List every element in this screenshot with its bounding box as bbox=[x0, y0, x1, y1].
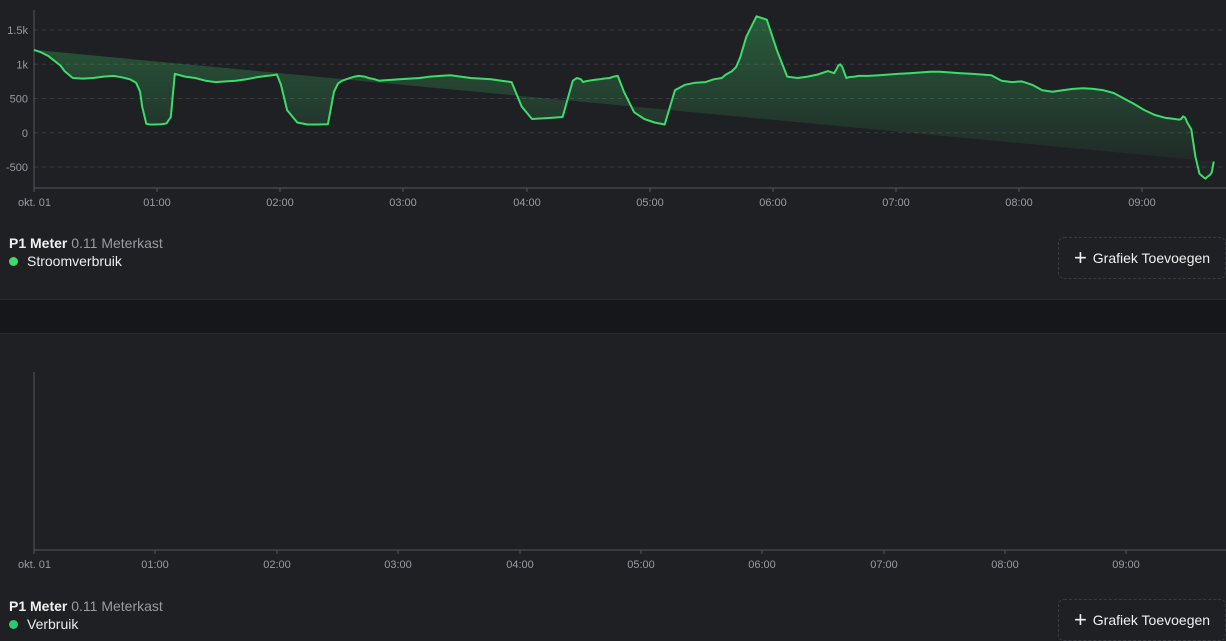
chart-legend: P1 Meter 0.11 Meterkast Verbruik bbox=[9, 597, 163, 633]
x-tick-label: 07:00 bbox=[882, 197, 910, 209]
legend-entry[interactable]: Verbruik bbox=[9, 615, 163, 633]
x-tick-label: 02:00 bbox=[263, 559, 291, 571]
series-color-dot bbox=[9, 619, 18, 629]
zone-name: 0.11 Meterkast bbox=[71, 235, 163, 251]
x-tick-label: 06:00 bbox=[759, 197, 787, 209]
x-tick-label: 05:00 bbox=[636, 197, 664, 209]
y-tick-label: 500 bbox=[10, 94, 28, 106]
add-chart-label: Grafiek Toevoegen bbox=[1092, 250, 1211, 266]
chart-panel-stroomverbruik: -500 0 500 1k 1.5k okt. 01 01:00 02:00 03:00 04:0… bbox=[0, 0, 1226, 299]
x-tick-label: 05:00 bbox=[627, 559, 655, 571]
y-tick-label: 1k bbox=[16, 59, 28, 71]
x-tick-label: 04:00 bbox=[513, 197, 541, 209]
x-tick-label: 03:00 bbox=[384, 559, 412, 571]
y-tick-label: 1.5k bbox=[7, 25, 28, 37]
x-tick-label: okt. 01 bbox=[18, 559, 51, 571]
y-tick-label: 0 bbox=[22, 128, 28, 140]
legend-entry[interactable]: Stroomverbruik bbox=[9, 252, 163, 270]
panel-separator bbox=[0, 299, 1226, 334]
x-tick-label: 08:00 bbox=[1005, 197, 1033, 209]
device-name: P1 Meter bbox=[9, 598, 68, 614]
power-area-chart[interactable]: -500 0 500 1k 1.5k okt. 01 01:00 02:00 03:00 04:0… bbox=[0, 0, 1226, 215]
series-name: Verbruik bbox=[27, 616, 79, 632]
x-tick-label: 07:00 bbox=[870, 559, 898, 571]
x-tick-label: 08:00 bbox=[991, 559, 1019, 571]
x-tick-label: 06:00 bbox=[748, 559, 776, 571]
x-tick-label: 01:00 bbox=[143, 197, 171, 209]
x-tick-label: 09:00 bbox=[1112, 559, 1140, 571]
chart-legend: P1 Meter 0.11 Meterkast Stroomverbruik bbox=[9, 234, 163, 270]
series-color-dot bbox=[9, 256, 18, 266]
y-tick-label: -500 bbox=[6, 162, 28, 174]
add-chart-button[interactable]: + Grafiek Toevoegen bbox=[1058, 599, 1226, 641]
x-tick-label: 03:00 bbox=[389, 197, 417, 209]
series-area bbox=[34, 16, 1214, 179]
series-name: Stroomverbruik bbox=[27, 253, 122, 269]
x-tick-label: 02:00 bbox=[266, 197, 294, 209]
x-tick-label: 04:00 bbox=[506, 559, 534, 571]
zone-name: 0.11 Meterkast bbox=[71, 598, 163, 614]
device-name: P1 Meter bbox=[9, 235, 68, 251]
plus-icon: + bbox=[1073, 245, 1087, 270]
add-chart-label: Grafiek Toevoegen bbox=[1092, 612, 1211, 628]
plus-icon: + bbox=[1073, 607, 1087, 632]
add-chart-button[interactable]: + Grafiek Toevoegen bbox=[1058, 237, 1226, 279]
chart-panel-verbruik: okt. 01 01:00 02:00 03:00 04:00 05:00 06:00 07:… bbox=[0, 334, 1226, 641]
x-tick-label: 01:00 bbox=[141, 559, 169, 571]
x-tick-label: okt. 01 bbox=[18, 197, 51, 209]
usage-area-chart[interactable]: okt. 01 01:00 02:00 03:00 04:00 05:00 06:00 07:… bbox=[0, 334, 1226, 579]
x-tick-label: 09:00 bbox=[1128, 197, 1156, 209]
